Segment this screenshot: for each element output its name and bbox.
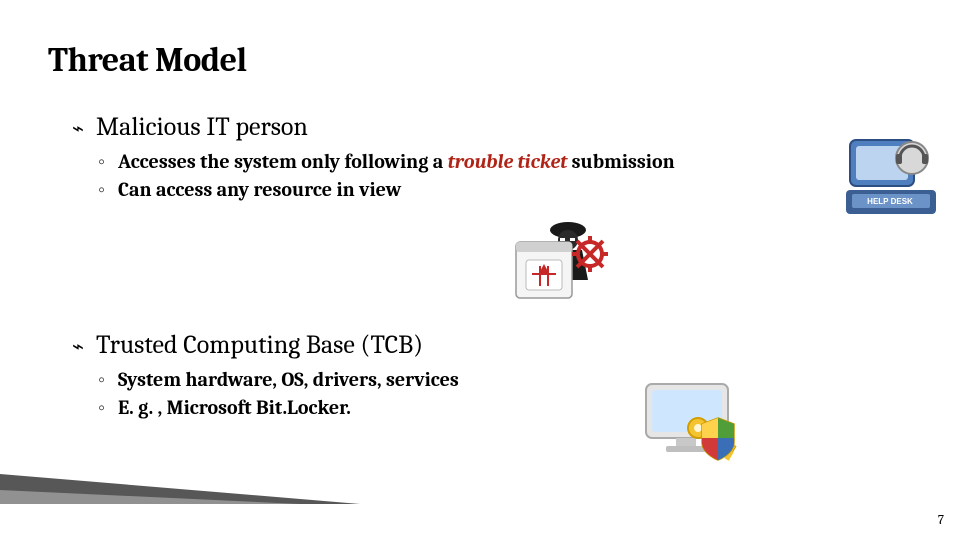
sub-text: Accesses the system only following a tro… <box>118 150 675 173</box>
malicious-agent-icon <box>510 220 620 310</box>
bullet-tcb: ⌁ Trusted Computing Base (TCB) <box>72 330 812 360</box>
decorative-wedge-light <box>0 490 300 504</box>
help-desk-icon: HELP DESK <box>844 136 940 232</box>
bullet-text: Trusted Computing Base (TCB) <box>96 330 423 360</box>
sub-text: System hardware, OS, drivers, services <box>118 368 459 391</box>
bullet-text: Malicious IT person <box>96 112 308 142</box>
sub-bullet-marker: ◦ <box>98 178 108 202</box>
slide-title: Threat Model <box>48 40 247 80</box>
sub-bullet-marker: ◦ <box>98 368 108 392</box>
bullet-marker: ⌁ <box>72 116 84 140</box>
sub-item-1-1: ◦ Accesses the system only following a t… <box>98 150 812 174</box>
secure-computer-icon <box>640 380 760 480</box>
svg-text:HELP DESK: HELP DESK <box>867 197 913 206</box>
sublist-1: ◦ Accesses the system only following a t… <box>98 150 812 202</box>
sub-text: Can access any resource in view <box>118 178 401 201</box>
bullet-marker: ⌁ <box>72 334 84 358</box>
sub1-emph: trouble ticket <box>448 150 568 173</box>
sub1-pre: Accesses the system only following a <box>118 150 448 173</box>
sub-bullet-marker: ◦ <box>98 150 108 174</box>
content-area: ⌁ Malicious IT person ◦ Accesses the sys… <box>72 112 812 424</box>
bullet-malicious-it: ⌁ Malicious IT person <box>72 112 812 142</box>
sub1-post: submission <box>567 150 674 173</box>
sub-text: E. g. , Microsoft Bit.Locker. <box>118 396 351 419</box>
page-number: 7 <box>938 513 944 528</box>
slide: Threat Model ⌁ Malicious IT person ◦ Acc… <box>0 0 960 540</box>
sub-bullet-marker: ◦ <box>98 396 108 420</box>
sub-item-1-2: ◦ Can access any resource in view <box>98 178 812 202</box>
